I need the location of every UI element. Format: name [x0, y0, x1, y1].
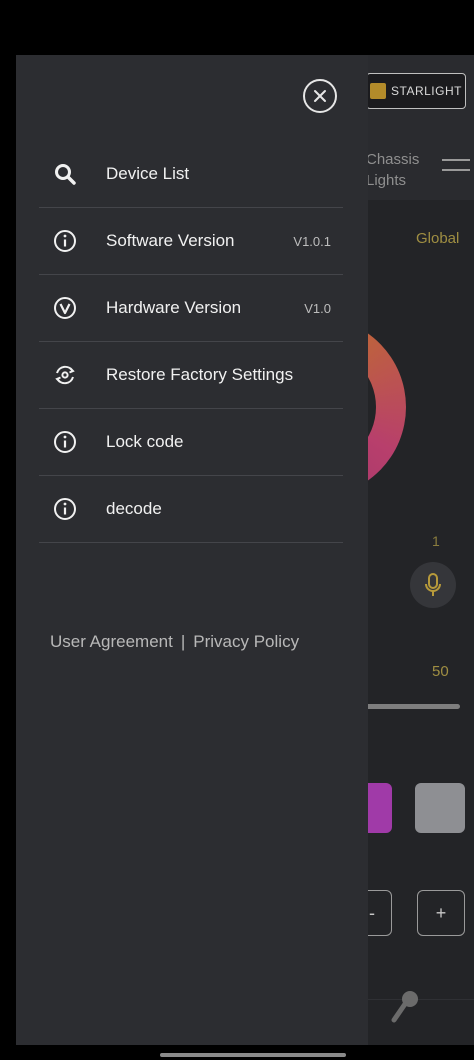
version-check-icon: [54, 297, 76, 319]
hardware-version-value: V1.0: [304, 300, 331, 316]
legal-separator: |: [180, 632, 186, 651]
global-label: Global: [416, 230, 460, 247]
value-label-1: 1: [432, 533, 440, 549]
info-icon: [54, 230, 76, 252]
plus-button[interactable]: +: [417, 890, 465, 936]
drawer-menu-list: Device List Software Version V1.0.1 Hard…: [39, 141, 343, 543]
menu-item-restore-factory-settings[interactable]: Restore Factory Settings: [39, 342, 343, 409]
info-icon: [54, 498, 76, 520]
privacy-policy-link[interactable]: Privacy Policy: [193, 632, 299, 651]
menu-item-software-version[interactable]: Software Version V1.0.1: [39, 208, 343, 275]
color-swatch-gray[interactable]: [415, 783, 465, 833]
info-icon: [54, 431, 76, 453]
menu-item-lock-code[interactable]: Lock code: [39, 409, 343, 476]
microphone-icon: [425, 573, 441, 596]
tab-chassis-lights[interactable]: Chassis Lights: [366, 149, 426, 191]
home-indicator[interactable]: [160, 1053, 346, 1057]
brand-logo: STARLIGHT: [366, 73, 466, 109]
nav-microphone-icon[interactable]: [388, 987, 422, 1032]
menu-item-label: decode: [106, 499, 162, 518]
software-version-value: V1.0.1: [293, 233, 331, 249]
menu-item-label: Restore Factory Settings: [106, 365, 294, 384]
close-icon: [314, 90, 326, 102]
menu-item-label: Hardware Version: [106, 298, 242, 317]
menu-item-hardware-version[interactable]: Hardware Version V1.0: [39, 275, 343, 342]
menu-item-device-list[interactable]: Device List: [39, 141, 343, 208]
legal-links: User Agreement | Privacy Policy: [50, 632, 299, 652]
tab-label-line2: Lights: [366, 172, 407, 189]
mic-button[interactable]: [410, 562, 456, 608]
brand-label: STARLIGHT: [391, 84, 462, 98]
search-icon: [55, 164, 76, 185]
tab-label-line1: Chassis: [366, 151, 420, 168]
brand-badge-icon: [370, 83, 387, 99]
menu-item-decode[interactable]: decode: [39, 476, 343, 543]
menu-lines-icon[interactable]: [442, 159, 470, 179]
side-drawer: Device List Software Version V1.0.1 Hard…: [16, 55, 368, 1045]
close-button[interactable]: [303, 79, 337, 113]
menu-item-label: Software Version: [106, 231, 235, 250]
menu-item-label: Lock code: [106, 432, 184, 451]
phone-screen: STARLIGHT Chassis Lights Global 1 50 - +: [0, 0, 474, 1060]
menu-item-label: Device List: [106, 164, 190, 183]
brightness-slider[interactable]: [356, 704, 460, 709]
value-label-50: 50: [432, 663, 449, 680]
restore-icon: [55, 365, 75, 385]
user-agreement-link[interactable]: User Agreement: [50, 632, 173, 651]
